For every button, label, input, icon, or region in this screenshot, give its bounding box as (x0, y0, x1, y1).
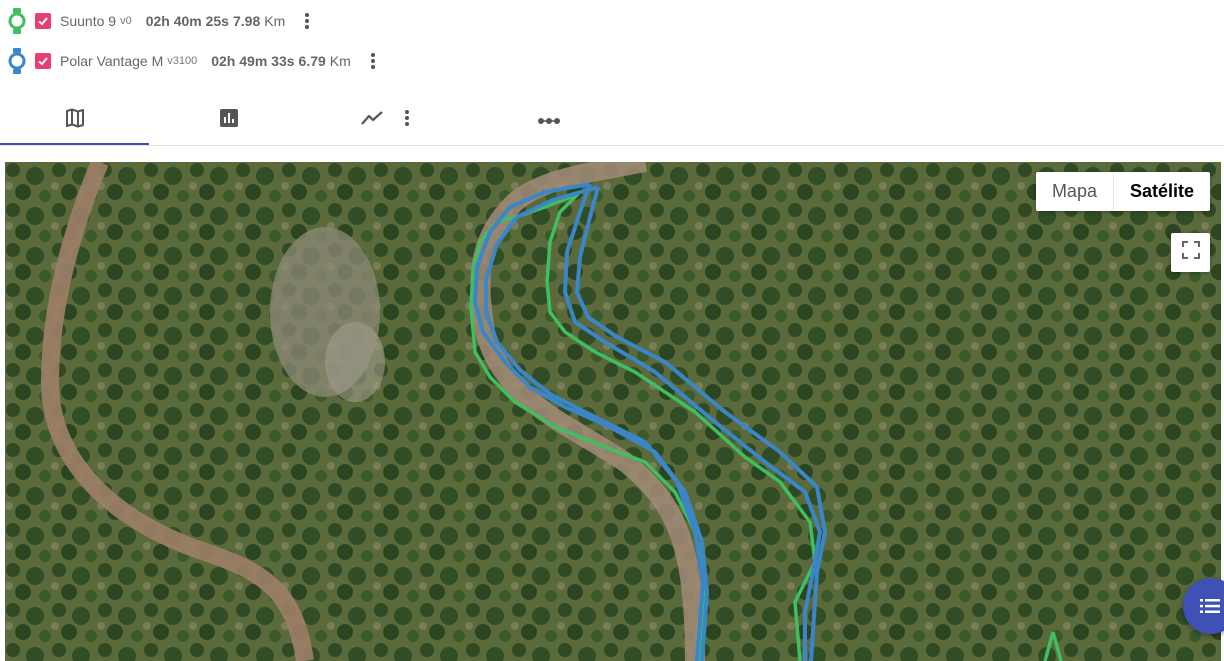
map-icon (65, 108, 85, 133)
laps-icon (538, 112, 560, 130)
list-icon (1200, 598, 1220, 619)
watch-icon (8, 48, 26, 74)
tab-charts[interactable] (350, 98, 420, 143)
satellite-map-image (5, 162, 1221, 661)
distance-unit: Km (264, 13, 286, 29)
map-type-satellite-button[interactable]: Satélite (1114, 172, 1210, 211)
more-vert-icon[interactable] (297, 9, 317, 33)
device-version: v3100 (167, 55, 198, 67)
device-checkbox[interactable] (35, 13, 51, 29)
device-row-suunto: Suunto 9 v0 02h 40m 25s 7.98 Km (8, 7, 317, 35)
map-view[interactable]: Mapa Satélite (5, 162, 1221, 661)
line-chart-icon (361, 110, 383, 131)
device-row-polar: Polar Vantage M v3100 02h 49m 33s 6.79 K… (8, 47, 383, 75)
more-vert-icon[interactable] (363, 49, 383, 73)
tab-stats[interactable] (149, 98, 309, 143)
fullscreen-button[interactable] (1171, 233, 1210, 272)
tab-map[interactable] (0, 98, 149, 145)
fullscreen-icon (1181, 241, 1200, 264)
device-distance: 7.98 (232, 13, 261, 29)
device-duration: 02h 40m 25s (145, 13, 229, 29)
bar-chart-icon (219, 108, 239, 133)
view-tabs (0, 98, 1224, 146)
tab-laps[interactable] (500, 98, 598, 143)
distance-unit: Km (329, 53, 351, 69)
more-vert-icon[interactable] (405, 110, 409, 131)
device-distance: 6.79 (298, 53, 326, 69)
map-type-map-button[interactable]: Mapa (1036, 172, 1114, 211)
watch-icon (8, 8, 26, 34)
device-name: Polar Vantage M (60, 53, 164, 69)
device-checkbox[interactable] (35, 53, 51, 69)
device-name: Suunto 9 (60, 13, 117, 29)
device-version: v0 (120, 15, 132, 27)
map-type-control: Mapa Satélite (1035, 172, 1210, 211)
device-duration: 02h 49m 33s (211, 53, 295, 69)
